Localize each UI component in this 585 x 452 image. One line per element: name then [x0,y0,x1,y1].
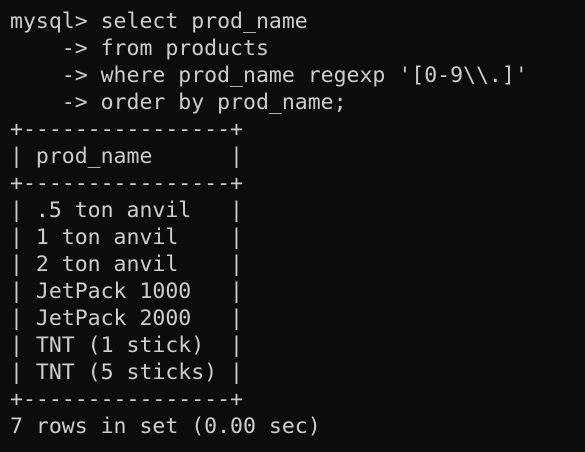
table-row: | 1 ton anvil | [10,225,243,250]
continuation-line: -> order by prod_name; [10,90,347,115]
table-row: | JetPack 1000 | [10,279,243,304]
continuation-line: -> from products [10,36,269,61]
result-summary: 7 rows in set (0.00 sec) [10,414,321,439]
table-row: | TNT (5 sticks) | [10,360,243,385]
continuation-line: -> where prod_name regexp '[0-9\\.]' [10,63,528,88]
table-row: | TNT (1 stick) | [10,333,243,358]
table-header-row: | prod_name | [10,144,243,169]
table-row: | .5 ton anvil | [10,198,243,223]
table-border-top: +----------------+ [10,117,243,142]
table-border-bottom: +----------------+ [10,387,243,412]
prompt-line: mysql> select prod_name [10,9,308,34]
terminal-window[interactable]: mysql> select prod_name -> from products… [0,0,585,452]
table-border-header: +----------------+ [10,171,243,196]
table-row: | 2 ton anvil | [10,252,243,277]
table-row: | JetPack 2000 | [10,306,243,331]
